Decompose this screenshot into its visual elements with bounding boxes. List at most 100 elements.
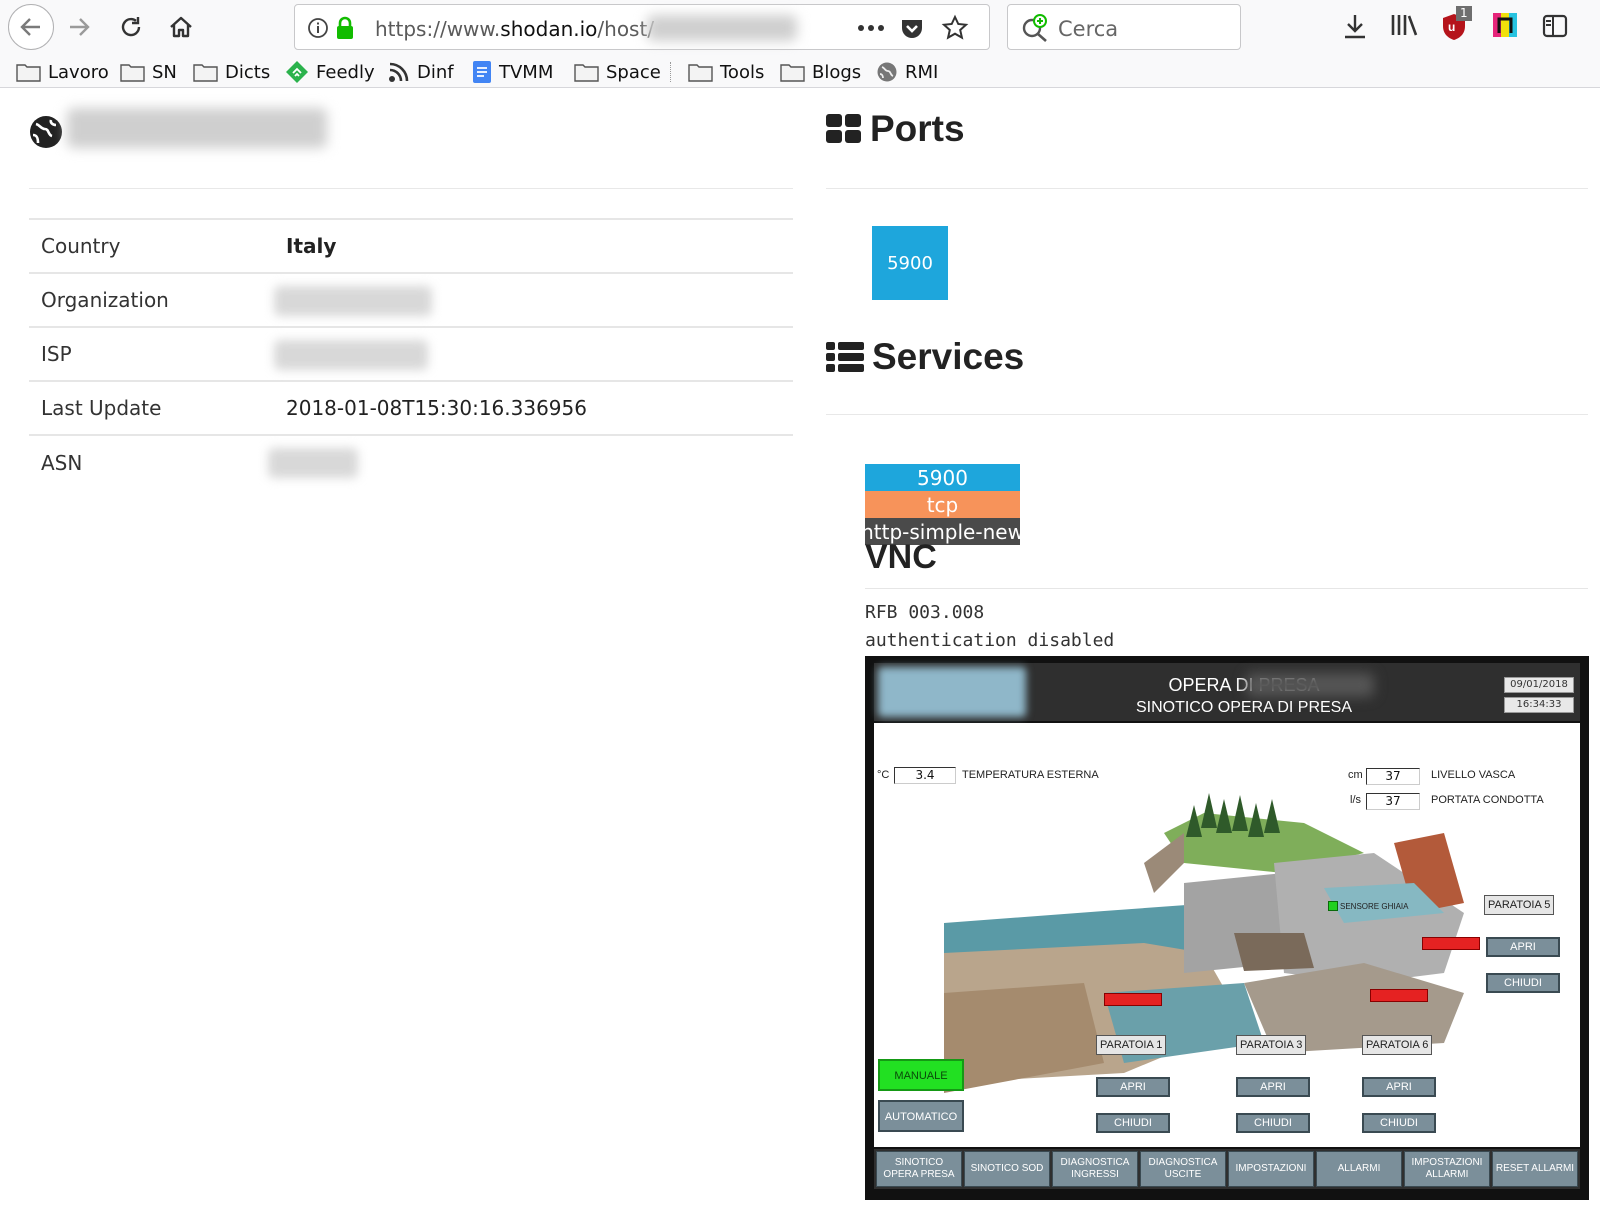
folder-icon (16, 64, 41, 82)
info-value-redacted (274, 273, 793, 327)
globe-icon (877, 62, 897, 82)
bookmark-feedly[interactable]: Feedly (285, 58, 375, 86)
service-protocol-badge: tcp (865, 491, 1020, 518)
table-row: Country Italy (29, 219, 793, 273)
svg-text:u: u (1448, 20, 1455, 34)
alarm-indicator (1370, 989, 1428, 1002)
folder-icon (193, 64, 218, 82)
info-label: ASN (41, 450, 83, 475)
lock-icon (337, 16, 353, 39)
bookmark-tools[interactable]: Tools (688, 58, 764, 86)
bookmark-lavoro[interactable]: Lavoro (16, 58, 109, 86)
bookmark-rmi[interactable]: RMI (876, 58, 938, 86)
gate-6-label: PARATOIA 6 (1362, 1035, 1433, 1055)
url-text: https://www.shodan.io/host/ (375, 17, 655, 41)
bookmark-space[interactable]: Space (574, 58, 661, 86)
hmi-subtitle: SINOTICO OPERA DI PRESA (1135, 699, 1353, 716)
hmi-nav-item[interactable]: IMPOSTAZIONI (1228, 1151, 1314, 1187)
gate-3-label: PARATOIA 3 (1236, 1035, 1307, 1055)
bookmarks-toolbar: Lavoro SN Dicts Feedly Dinf TVMM Space T… (0, 58, 1600, 86)
banner-line: authentication disabled (865, 630, 1115, 651)
search-bar[interactable]: Cerca (1007, 4, 1241, 50)
gate-1-open-button[interactable]: APRI (1096, 1077, 1170, 1097)
rss-icon (389, 62, 409, 82)
temp-label: TEMPERATURA ESTERNA (962, 769, 1099, 781)
sidebar-icon[interactable] (1542, 14, 1568, 38)
bookmark-sn[interactable]: SN (120, 58, 177, 86)
folder-icon (574, 64, 599, 82)
hmi-nav-item[interactable]: DIAGNOSTICA USCITE (1140, 1151, 1226, 1187)
reload-button[interactable] (110, 6, 152, 48)
feedly-icon (286, 61, 308, 83)
gate-5-open-button[interactable]: APRI (1486, 937, 1560, 957)
port-link[interactable]: 5900 (872, 226, 948, 300)
gate-6-close-button[interactable]: CHIUDI (1362, 1113, 1436, 1133)
folder-icon (688, 64, 713, 82)
manual-mode-button[interactable]: MANUALE (878, 1059, 964, 1091)
divider (826, 188, 1588, 189)
hmi-time: 16:34:33 (1504, 697, 1574, 713)
banner-line: RFB 003.008 (865, 602, 985, 623)
browser-toolbar: https://www.shodan.io/host/ Cerca u 1 La… (0, 0, 1600, 88)
hmi-nav-item[interactable]: IMPOSTAZIONI ALLARMI (1404, 1151, 1490, 1187)
library-icon[interactable] (1390, 12, 1418, 38)
level-unit: cm (1348, 769, 1363, 781)
sensor-indicator (1328, 901, 1338, 911)
download-icon[interactable] (1342, 12, 1368, 40)
folder-icon (780, 64, 805, 82)
gate-1-close-button[interactable]: CHIUDI (1096, 1113, 1170, 1133)
hmi-nav-item[interactable]: DIAGNOSTICA INGRESSI (1052, 1151, 1138, 1187)
hmi-header: OPERA DI PRESA SINOTICO OPERA DI PRESA 0… (874, 663, 1580, 721)
ports-heading: Ports (826, 108, 965, 150)
search-icon (1022, 14, 1047, 42)
info-label: ISP (41, 342, 72, 366)
extension-icon[interactable] (1492, 12, 1518, 38)
info-value: 2018-01-08T15:30:16.336956 (286, 396, 587, 420)
hmi-nav-bar: SINOTICO OPERA PRESA SINOTICO SOD DIAGNO… (874, 1149, 1580, 1189)
more-icon[interactable] (857, 24, 885, 32)
folder-icon (120, 64, 145, 82)
hmi-nav-item[interactable]: SINOTICO OPERA PRESA (876, 1151, 962, 1187)
bookmark-dinf[interactable]: Dinf (388, 58, 454, 86)
gate-3-close-button[interactable]: CHIUDI (1236, 1113, 1310, 1133)
gate-3-open-button[interactable]: APRI (1236, 1077, 1310, 1097)
sensor-label: SENSORE GHIAIA (1340, 902, 1409, 911)
redacted-url (647, 15, 797, 41)
info-label: Last Update (41, 396, 162, 420)
bookmark-tvmm[interactable]: TVMM (472, 58, 553, 86)
ublock-extension[interactable]: u 1 (1440, 6, 1474, 42)
gate-5-close-button[interactable]: CHIUDI (1486, 973, 1560, 993)
host-info-table: Country Italy Organization ISP Last Upda… (29, 218, 793, 489)
hmi-nav-item[interactable]: RESET ALLARMI (1492, 1151, 1578, 1187)
forward-button[interactable] (58, 6, 100, 48)
info-label: Country (41, 234, 121, 258)
redacted-logo (878, 667, 1026, 717)
list-icon (826, 342, 864, 372)
divider (826, 414, 1588, 415)
host-details: Ports 5900 Services 5900 tcp http-simple… (826, 100, 1589, 1220)
back-button[interactable] (8, 4, 54, 50)
pocket-icon[interactable] (899, 15, 925, 41)
temp-unit: °C (877, 769, 890, 781)
url-bar[interactable]: https://www.shodan.io/host/ (294, 4, 990, 50)
gate-6-open-button[interactable]: APRI (1362, 1077, 1436, 1097)
hmi-date: 09/01/2018 (1504, 677, 1574, 693)
hmi-nav-item[interactable]: SINOTICO SOD (964, 1151, 1050, 1187)
hmi-synoptic: °C 3.4 TEMPERATURA ESTERNA cm 37 LIVELLO… (874, 723, 1580, 1147)
redacted-hostname (67, 108, 327, 148)
home-icon (170, 16, 192, 38)
info-label: Organization (41, 288, 169, 312)
table-row: Last Update 2018-01-08T15:30:16.336956 (29, 381, 793, 435)
hmi-nav-item[interactable]: ALLARMI (1316, 1151, 1402, 1187)
table-row: Organization (29, 273, 793, 327)
info-icon (308, 18, 328, 38)
vnc-screenshot: OPERA DI PRESA SINOTICO OPERA DI PRESA 0… (865, 656, 1589, 1200)
bookmark-dicts[interactable]: Dicts (193, 58, 270, 86)
star-icon[interactable] (941, 14, 969, 42)
bookmark-separator (670, 62, 671, 82)
arrow-right-icon (70, 18, 90, 36)
automatic-mode-button[interactable]: AUTOMATICO (878, 1100, 964, 1132)
home-button[interactable] (160, 6, 202, 48)
bookmark-blogs[interactable]: Blogs (780, 58, 861, 86)
gate-5-label: PARATOIA 5 (1484, 895, 1555, 915)
